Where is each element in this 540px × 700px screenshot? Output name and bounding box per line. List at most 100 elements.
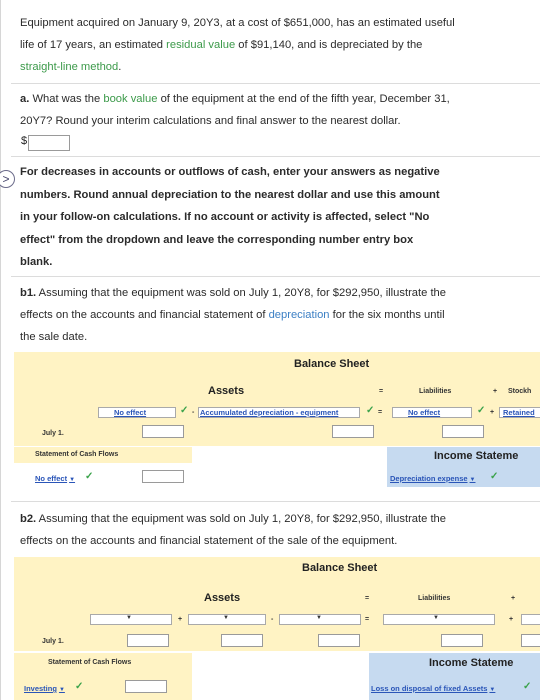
check-icon: ✓ (85, 471, 94, 482)
balance-sheet-title: Balance Sheet (294, 358, 370, 370)
assets-heading: Assets (204, 592, 241, 604)
question-b2-line-1: b2. Assuming that the equipment was sold… (20, 508, 525, 530)
divider (11, 156, 540, 157)
date-label: July 1. (42, 638, 64, 645)
liability-account-dropdown[interactable] (383, 614, 495, 625)
intro-text: of $91,140, and is depreciated by the (235, 39, 423, 51)
question-text: Assuming that the equipment was sold on … (36, 513, 447, 525)
cash-flow-amount-input[interactable] (125, 680, 167, 693)
question-text: Assuming that the equipment was sold on … (36, 287, 447, 299)
instructions-line: in your follow-on calculations. If no ac… (20, 211, 430, 223)
depreciation-link[interactable]: depreciation (269, 309, 330, 321)
minus-sign: - (192, 409, 195, 416)
question-b1-line-3: the sale date. (20, 331, 88, 343)
divider (11, 276, 540, 277)
question-a-line-1: a. What was the book value of the equipm… (20, 88, 525, 110)
date-label: July 1. (42, 430, 64, 437)
chevron-down-icon: ▼ (316, 615, 322, 621)
asset-amount-1-input[interactable] (127, 634, 169, 647)
intro-line-2: life of 17 years, an estimated residual … (20, 34, 525, 56)
balance-sheet-left-edge (14, 352, 34, 446)
liabilities-heading: Liabilities (418, 595, 451, 602)
liabilities-heading: Liabilities (419, 388, 452, 395)
liability-amount-input[interactable] (442, 425, 484, 438)
asset-amount-3-input[interactable] (318, 634, 360, 647)
income-statement-title: Income Stateme (434, 450, 519, 462)
question-b1-line-1: b1. Assuming that the equipment was sold… (20, 282, 525, 304)
divider (11, 83, 540, 84)
expand-arrow-icon[interactable]: > (0, 170, 15, 188)
liability-account-value: No effect (408, 408, 441, 417)
straight-line-method-link[interactable]: straight-line method (20, 61, 118, 73)
intro-text: . (118, 61, 122, 73)
instructions-line: effect" from the dropdown and leave the … (20, 233, 414, 246)
intro-line-3: straight-line method. (20, 56, 525, 78)
question-a-line-2: 20Y7? Round your interim calculations an… (20, 115, 401, 127)
check-icon: ✓ (490, 471, 499, 482)
equity-amount-input[interactable] (521, 634, 540, 647)
instructions-line: numbers. Round annual depreciation to th… (20, 188, 440, 201)
chevron-down-icon: ▼ (489, 687, 496, 693)
asset-amount-2-input[interactable] (221, 634, 263, 647)
question-b1: b1. Assuming that the equipment was sold… (20, 282, 525, 348)
plus-sign: + (511, 595, 516, 602)
question-text: for the six months until (329, 309, 445, 321)
chevron-down-icon: ▼ (126, 615, 132, 621)
book-value-link[interactable]: book value (103, 93, 157, 105)
stockholders-heading: Stockh (508, 388, 532, 395)
chevron-down-icon: ▼ (58, 687, 65, 693)
instructions: For decreases in accounts or outflows of… (20, 161, 525, 274)
equals-sign: = (365, 616, 370, 623)
chevron-down-icon: ▼ (223, 615, 229, 621)
liability-amount-input[interactable] (441, 634, 483, 647)
plus-sign: + (509, 616, 514, 623)
check-icon: ✓ (477, 405, 486, 416)
asset-amount-2-input[interactable] (332, 425, 374, 438)
question-a: a. What was the book value of the equipm… (20, 88, 525, 132)
plus-sign: + (178, 616, 183, 623)
problem-page: Equipment acquired on January 9, 20Y3, a… (0, 0, 540, 700)
cash-flow-amount-input[interactable] (142, 470, 184, 483)
book-value-input[interactable] (28, 135, 70, 151)
question-text: of the equipment at the end of the fifth… (157, 93, 450, 105)
asset-account-1-value: No effect (114, 408, 147, 417)
equals-sign: = (365, 595, 370, 602)
balance-sheet-title: Balance Sheet (302, 562, 378, 574)
chevron-down-icon: ▼ (433, 615, 439, 621)
question-b1-label: b1. (20, 287, 37, 299)
chevron-down-icon: ▼ (69, 477, 76, 483)
equals-sign: = (378, 409, 383, 416)
minus-sign: - (271, 616, 274, 623)
currency-symbol: $ (21, 135, 28, 147)
equity-account-dropdown[interactable] (521, 614, 540, 625)
assets-heading: Assets (208, 385, 245, 397)
instructions-line: blank. (20, 256, 53, 268)
chevron-down-icon: ▼ (469, 477, 476, 483)
plus-sign: + (490, 409, 495, 416)
cash-flow-activity-dropdown[interactable]: Investing ▼ (24, 684, 65, 693)
question-b2-label: b2. (20, 513, 37, 525)
check-icon: ✓ (523, 681, 532, 692)
income-statement-title: Income Stateme (429, 657, 514, 669)
asset-amount-1-input[interactable] (142, 425, 184, 438)
check-icon: ✓ (180, 405, 189, 416)
question-text: effects on the accounts and financial st… (20, 309, 269, 321)
instructions-line: For decreases in accounts or outflows of… (20, 166, 440, 178)
asset-account-2-value: Accumulated depreciation - equipment (200, 408, 339, 417)
check-icon: ✓ (75, 681, 84, 692)
plus-sign: + (493, 388, 498, 395)
equals-sign: = (379, 388, 384, 395)
cash-flows-title: Statement of Cash Flows (35, 451, 119, 458)
equity-account-value: Retained (503, 408, 535, 417)
question-b2: b2. Assuming that the equipment was sold… (20, 508, 525, 552)
divider (11, 501, 540, 502)
intro-line-1: Equipment acquired on January 9, 20Y3, a… (20, 17, 455, 29)
question-b1-line-2: effects on the accounts and financial st… (20, 304, 525, 326)
income-account-dropdown[interactable]: Loss on disposal of fixed Assets ▼ (371, 684, 495, 693)
check-icon: ✓ (366, 405, 375, 416)
cash-flows-title: Statement of Cash Flows (48, 659, 132, 666)
residual-value-link[interactable]: residual value (166, 39, 235, 51)
cash-flow-activity-dropdown[interactable]: No effect ▼ (35, 474, 75, 483)
income-account-dropdown[interactable]: Depreciation expense ▼ (390, 474, 475, 483)
question-text: What was the (29, 93, 104, 105)
